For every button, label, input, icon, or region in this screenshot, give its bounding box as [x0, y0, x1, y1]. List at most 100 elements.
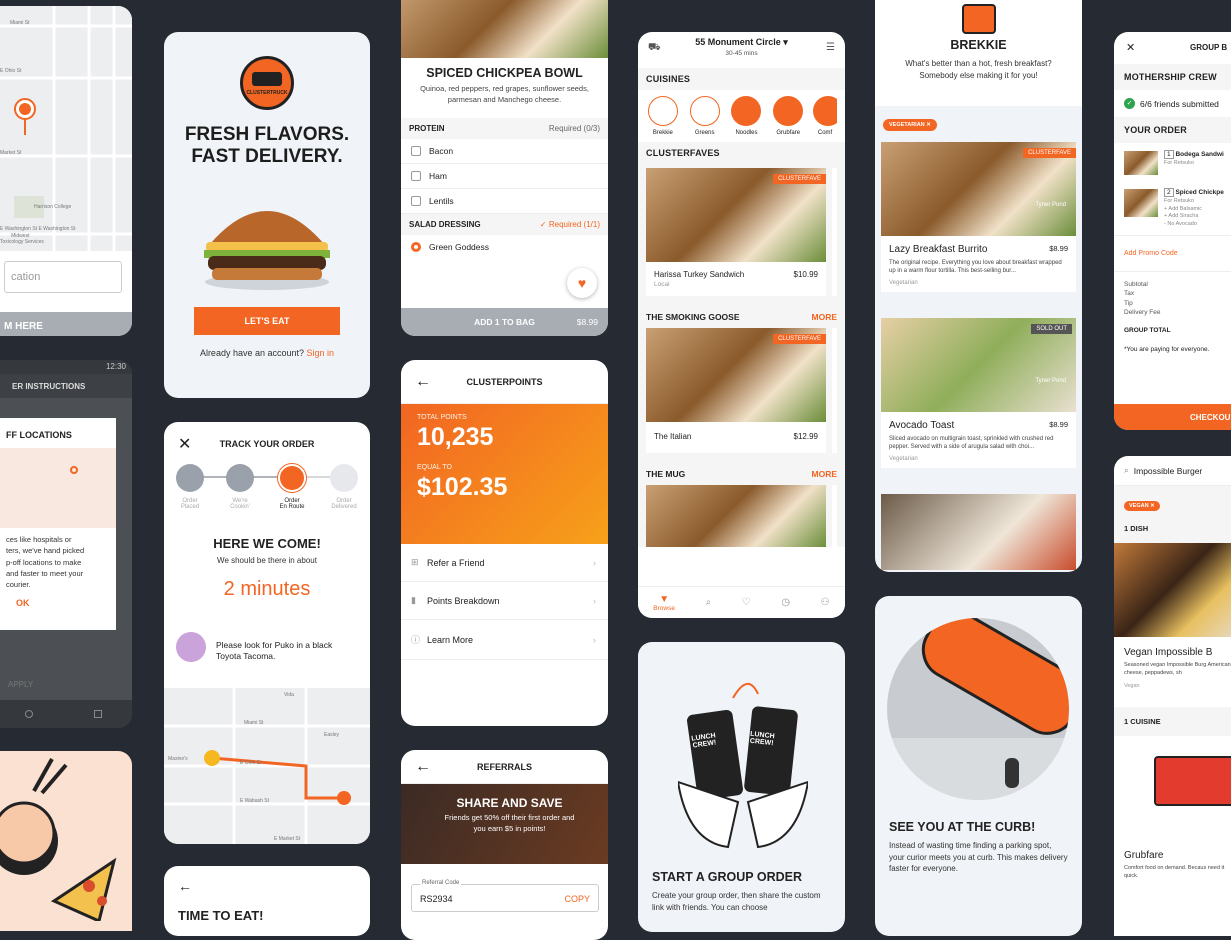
filter-chip[interactable]: VEGAN ✕	[1124, 501, 1160, 511]
checkout-button[interactable]: CHECKOU	[1114, 404, 1231, 430]
apply-button[interactable]: APPLY	[8, 680, 33, 689]
item-image[interactable]	[881, 494, 1076, 570]
page-title: REFERRALS	[476, 761, 532, 772]
cuisine-noodles[interactable]: Noodles	[730, 96, 764, 136]
map-label: Easley	[324, 732, 340, 738]
add-to-bag-button[interactable]: ADD 1 TO BAG $8.99	[401, 308, 608, 336]
screen-time-to-eat: ← TIME TO EAT!	[164, 866, 370, 936]
greens-icon	[689, 96, 720, 126]
truck-icon[interactable]: ⛟	[648, 42, 661, 55]
nav-browse[interactable]: ▼ Browse	[653, 594, 675, 612]
search-icon[interactable]: ⌕	[706, 597, 712, 608]
lets-eat-button[interactable]: LET'S EAT	[194, 307, 340, 335]
menu-card[interactable]: CLUSTERFAVE Tyner Pond Lazy Breakfast Bur…	[881, 142, 1076, 292]
option-row[interactable]: Ham	[401, 164, 608, 189]
option-row[interactable]: Lentils	[401, 189, 608, 214]
screen-track-order: ✕ TRACK YOUR ORDER Order Placed We're Co…	[164, 422, 370, 844]
location-pin-icon[interactable]	[14, 98, 36, 135]
option-row[interactable]: Bacon	[401, 139, 608, 164]
section-requirement: Required (1/1)	[548, 219, 600, 229]
checkbox-icon[interactable]	[411, 145, 421, 156]
referral-code-field[interactable]: Referral Code RS2934 COPY	[411, 880, 599, 912]
cuisine-greens[interactable]: Greens	[688, 96, 722, 136]
delivery-address[interactable]: 55 Monument Circle	[695, 37, 781, 47]
cuisine-grubfare[interactable]: Grubfare	[771, 96, 805, 136]
more-link[interactable]: MORE	[812, 312, 838, 322]
copy-button[interactable]: COPY	[564, 894, 590, 904]
cuisine-count-label: 1 CUISINE	[1114, 707, 1231, 737]
item-tag: Local	[654, 281, 670, 288]
item-image[interactable]	[646, 485, 826, 547]
back-arrow-icon[interactable]: ←	[178, 878, 192, 894]
account-prompt-text: Already have an account?	[199, 348, 305, 358]
item-name: Spiced Chickpe	[1175, 189, 1224, 196]
map-label: Market St	[0, 150, 22, 156]
radio-selected-icon[interactable]	[411, 241, 421, 252]
more-link[interactable]: MORE	[812, 469, 838, 479]
status-bar: 12:30	[0, 360, 132, 374]
menu-card[interactable]: CLUSTERFAVE Harissa Turkey Sandwich $10.9…	[646, 168, 826, 296]
close-icon[interactable]: ✕	[1126, 41, 1135, 54]
sign-in-link[interactable]: Sign in	[307, 348, 335, 358]
screen-group-cart: ✕ GROUP B MOTHERSHIP CREW ✓ 6/6 friends s…	[1114, 32, 1231, 430]
banner-body: Friends get 50% off their first order an…	[444, 813, 575, 833]
ok-button[interactable]: OK	[0, 596, 116, 610]
screen-search: ⌕ Impossible Burger VEGAN ✕ 1 DISH Vegan …	[1114, 456, 1231, 936]
menu-card-peek[interactable]	[832, 485, 837, 547]
screen-curb: SEE YOU AT THE CURB! Instead of wasting …	[875, 596, 1082, 936]
back-arrow-icon[interactable]: ←	[415, 373, 431, 391]
option-label: Bacon	[429, 145, 454, 156]
search-bar[interactable]: ⌕ Impossible Burger	[1114, 456, 1231, 486]
menu-card-peek[interactable]	[832, 328, 837, 453]
dialog-map	[0, 448, 116, 528]
cuisine-brekkie[interactable]: Brekkie	[646, 96, 680, 136]
menu-card[interactable]: CLUSTERFAVE The Italian $12.99	[646, 328, 826, 453]
menu-label: Points Breakdown	[427, 595, 500, 606]
noodles-icon	[731, 96, 762, 126]
cuisine-list: Brekkie Greens Noodles Grubfare Comf	[638, 90, 845, 142]
filter-chip[interactable]: VEGETARIAN ✕	[883, 119, 937, 131]
clock-icon[interactable]: ◷	[781, 597, 790, 608]
checkbox-icon[interactable]	[411, 195, 421, 206]
filter-icon[interactable]: ☰	[826, 42, 835, 53]
map-view[interactable]: Miami St E Ohio St Market St Harrison Co…	[0, 6, 132, 251]
referral-code: RS2934	[420, 894, 453, 904]
cuisine-label: Noodles	[735, 130, 758, 136]
recents-icon[interactable]	[93, 710, 102, 718]
menu-card-peek[interactable]	[832, 168, 837, 296]
order-item[interactable]: 2 Spiced Chickpe For Retsuko + Add Balsami…	[1114, 183, 1231, 235]
home-icon[interactable]	[24, 710, 33, 718]
add-promo-code-link[interactable]: Add Promo Code	[1114, 234, 1231, 272]
item-name: Lazy Breakfast Burrito	[889, 244, 988, 255]
back-arrow-icon[interactable]: ←	[415, 758, 431, 776]
close-icon[interactable]: ✕	[178, 434, 191, 454]
checkbox-icon[interactable]	[411, 170, 421, 181]
eta-value: 2 minutes	[223, 578, 311, 600]
close-icon[interactable]: ✕	[926, 122, 931, 128]
tracking-map[interactable]: Vida Miami St Easley Maxine's E Ohio St …	[164, 688, 370, 844]
heart-icon[interactable]: ♡	[742, 597, 751, 608]
menu-refer-friend[interactable]: ⊞ Refer a Friend ›	[401, 544, 608, 582]
curb-heading: SEE YOU AT THE CURB!	[889, 820, 1036, 834]
order-item[interactable]: 1 Bodega Sandwi For Retsuko	[1114, 143, 1231, 183]
cuisine-image[interactable]	[1114, 736, 1231, 847]
screen-clusterpoints: ← CLUSTERPOINTS TOTAL POINTS 10,235 EQUA…	[401, 360, 608, 726]
item-description: Sliced avocado on multigrain toast, spri…	[889, 436, 1054, 451]
confirm-location-button[interactable]: M HERE	[0, 312, 132, 336]
page-title: TRACK YOUR ORDER	[219, 439, 315, 449]
courier-figure-icon	[1005, 758, 1019, 788]
cuisine-comfort[interactable]: Comf	[813, 96, 837, 136]
menu-points-breakdown[interactable]: ▮ Points Breakdown ›	[401, 582, 608, 620]
user-icon[interactable]: ⚇	[821, 597, 830, 608]
item-price: $12.99	[793, 432, 818, 441]
section-label: PROTEIN	[409, 123, 445, 133]
gift-icon: ⊞	[411, 557, 419, 567]
dish-image[interactable]	[1114, 543, 1231, 637]
burger-icon	[773, 96, 804, 126]
search-query[interactable]: Impossible Burger	[1134, 466, 1203, 476]
menu-learn-more[interactable]: ⓘ Learn More ›	[401, 620, 608, 660]
favorite-heart-icon[interactable]: ♥	[567, 268, 597, 298]
option-row[interactable]: Green Goddess	[401, 235, 608, 259]
menu-card[interactable]: SOLD OUT Tyner Pond Avocado Toast $8.99 Sl…	[881, 318, 1076, 468]
location-input[interactable]: cation	[4, 261, 122, 293]
